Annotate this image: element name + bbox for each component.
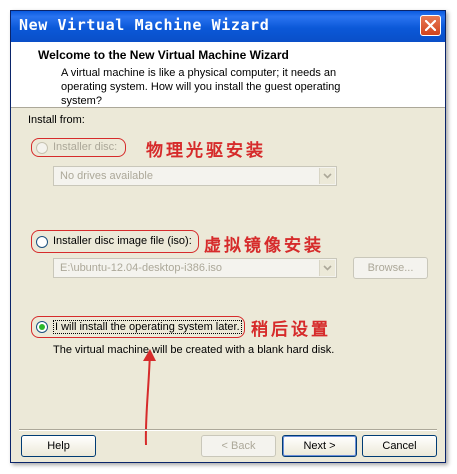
wizard-header: Welcome to the New Virtual Machine Wizar… (11, 42, 445, 108)
close-button[interactable] (420, 15, 441, 36)
annotation-arrow (143, 349, 156, 446)
header-title: Welcome to the New Virtual Machine Wizar… (38, 48, 289, 62)
dropdown-arrow (319, 168, 335, 184)
chevron-down-icon (323, 173, 332, 179)
chevron-down-icon (323, 265, 332, 271)
browse-button[interactable]: Browse... (353, 257, 428, 279)
disc-drive-value: No drives available (60, 170, 153, 182)
window-title: New Virtual Machine Wizard (19, 16, 270, 34)
help-button[interactable]: Help (21, 435, 96, 457)
install-from-label: Install from: (28, 114, 85, 126)
disc-drive-dropdown[interactable]: No drives available (53, 166, 337, 186)
annotation-disc-text: 物理光驱安装 (146, 141, 266, 161)
radio-selected-dot (39, 324, 45, 330)
close-icon (425, 20, 436, 31)
header-description: A virtual machine is like a physical com… (61, 67, 341, 107)
annotation-later-text: 稍后设置 (251, 320, 331, 340)
title-bar[interactable]: New Virtual Machine Wizard (11, 11, 445, 42)
installer-iso-label[interactable]: Installer disc image file (iso): (53, 235, 192, 247)
installer-disc-radio[interactable] (36, 142, 48, 154)
cancel-button[interactable]: Cancel (362, 435, 437, 457)
install-later-label[interactable]: I will install the operating system late… (53, 320, 242, 334)
footer-separator (19, 429, 437, 431)
back-button[interactable]: < Back (201, 435, 276, 457)
iso-path-combo[interactable]: E:\ubuntu-12.04-desktop-i386.iso (53, 258, 337, 278)
iso-path-value: E:\ubuntu-12.04-desktop-i386.iso (60, 262, 223, 274)
wizard-window: New Virtual Machine Wizard Welcome to th… (10, 10, 446, 463)
install-later-description: The virtual machine will be created with… (53, 344, 335, 356)
installer-disc-label: Installer disc: (53, 141, 118, 153)
next-button[interactable]: Next > (282, 435, 357, 457)
dropdown-arrow (319, 260, 335, 276)
installer-iso-radio[interactable] (36, 236, 48, 248)
install-later-radio[interactable] (36, 321, 48, 333)
annotation-iso-text: 虚拟镜像安装 (204, 236, 324, 256)
